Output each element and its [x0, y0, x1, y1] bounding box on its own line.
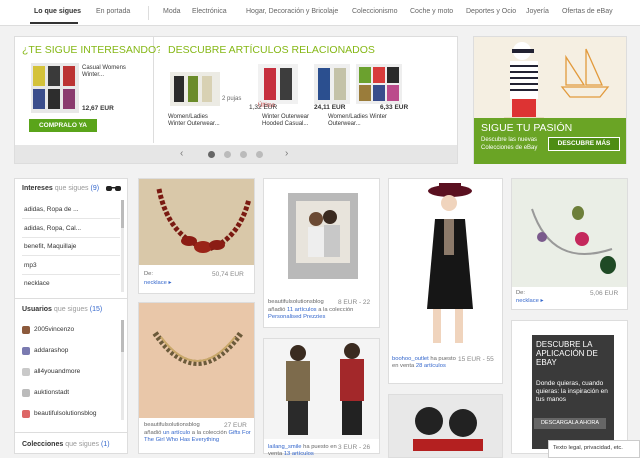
gem-bracelet-image — [512, 179, 627, 287]
carousel-controls — [15, 145, 457, 163]
carousel-dot-1[interactable] — [208, 151, 215, 158]
download-app-button[interactable]: DESCARGALA AHORA — [534, 418, 606, 429]
fashion-image — [264, 339, 379, 439]
nav-deportes[interactable]: Deportes y Ocio — [466, 8, 516, 15]
card-activity: boohoo_outlet ha puesto en venta 28 artí… — [392, 356, 456, 369]
card-price: 3 EUR - 26 — [338, 444, 371, 451]
nav-lo-que-sigues[interactable]: Lo que sigues — [34, 8, 81, 15]
product-thumbnail[interactable] — [31, 63, 79, 113]
interests-heading: Intereses que sigues (9) — [22, 185, 100, 192]
card-activity: añadió un artículo a la colección Gifts … — [144, 430, 251, 443]
avatar — [22, 389, 30, 397]
user-item[interactable]: auktionstadt — [34, 389, 69, 396]
app-promo-text: Donde quieras, cuando quieras: la inspir… — [536, 380, 608, 403]
card-price: 15 EUR - 55 — [458, 356, 494, 363]
card-price: 50,74 EUR — [212, 271, 244, 278]
card-user[interactable]: beautifulsolutionsblog — [268, 299, 338, 306]
user-item[interactable]: all4youandmore — [34, 368, 80, 375]
card-user[interactable]: beautifulsolutionsblog — [144, 422, 214, 429]
related-item-thumbnail-1[interactable] — [170, 72, 220, 106]
card-source: De: — [516, 290, 526, 296]
interest-item[interactable]: benefit, Maquillaje — [24, 243, 76, 250]
interest-item[interactable]: mp3 — [24, 262, 37, 269]
carousel-next-button[interactable]: › — [285, 148, 288, 159]
passion-title: SIGUE TU PASIÓN — [481, 122, 573, 134]
still-interested-heading: ¿TE SIGUE INTERESANDO? — [22, 44, 163, 56]
related-heading: DESCUBRE ARTÍCULOS RELACIONADOS — [168, 44, 375, 56]
card-activity: lailang_smile ha puesto en venta 13 artí… — [268, 444, 337, 457]
card-interest-link[interactable]: necklace ▸ — [516, 298, 543, 305]
related-item-thumbnail-2[interactable] — [258, 64, 298, 104]
related-item-thumbnail-4[interactable] — [356, 64, 402, 104]
seller-card[interactable] — [388, 178, 503, 384]
nav-electronica[interactable]: Electrónica — [192, 8, 227, 15]
divider — [22, 218, 120, 219]
nav-coche-moto[interactable]: Coche y moto — [410, 8, 453, 15]
carousel-prev-button[interactable]: ‹ — [180, 148, 183, 159]
card-price: 5,06 EUR — [590, 290, 619, 297]
passion-text: Descubre las nuevas Colecciones de eBay — [481, 137, 538, 151]
avatar — [22, 347, 30, 355]
sunglasses-icon — [106, 185, 122, 195]
section-divider — [15, 298, 127, 299]
users-scrollbar[interactable] — [121, 320, 124, 420]
graffiti-art-image — [389, 395, 502, 457]
black-dress-image — [389, 179, 502, 349]
legal-footer-link[interactable]: Texto legal, privacidad, etc. — [548, 440, 640, 458]
discover-more-button[interactable]: DESCUBRE MÁS — [548, 137, 620, 151]
photo-frame-image — [264, 179, 379, 297]
product-title[interactable]: Casual Womens Winter... — [82, 65, 142, 79]
seller-card[interactable] — [263, 338, 380, 454]
nav-coleccionismo[interactable]: Coleccionismo — [352, 8, 398, 15]
card-activity: añadió 11 artículos a la colección Perso… — [268, 307, 354, 320]
amber-necklace-image — [139, 179, 254, 265]
divider — [22, 255, 120, 256]
divider — [22, 274, 120, 275]
card-source: De: — [144, 271, 154, 277]
avatar — [22, 410, 30, 418]
item-card[interactable] — [388, 394, 503, 458]
collections-heading: Colecciones que sigues (1) — [22, 441, 110, 448]
interests-scrollbar[interactable] — [121, 200, 124, 292]
carousel-dot-2[interactable] — [224, 151, 231, 158]
related-item-price-3: 24,11 EUR — [314, 104, 346, 111]
nav-ofertas[interactable]: Ofertas de eBay — [562, 8, 613, 15]
carousel-dot-3[interactable] — [240, 151, 247, 158]
interest-item[interactable]: adidas, Ropa, Cal... — [24, 225, 81, 232]
users-heading: Usuarios que sigues (15) — [22, 306, 103, 313]
top-nav: Lo que sigues En portada Moda Electrónic… — [0, 0, 640, 26]
related-item-price-4: 6,33 EUR — [380, 104, 409, 111]
nav-hogar[interactable]: Hogar, Decoración y Bricolaje — [246, 8, 338, 15]
user-item[interactable]: addarashop — [34, 347, 68, 354]
card-price: 27 EUR — [224, 422, 247, 429]
nav-joyeria[interactable]: Joyería — [526, 8, 549, 15]
related-item-title-3[interactable]: Women/Ladies Winter Outerwear... — [328, 114, 388, 128]
card-price: 8 EUR - 22 — [338, 299, 371, 306]
nav-en-portada[interactable]: En portada — [96, 8, 130, 15]
bid-count: 2 pujas — [222, 96, 242, 102]
gold-necklace-image — [139, 303, 254, 418]
section-divider — [15, 432, 127, 433]
buy-now-button[interactable]: COMPRALO YA — [29, 119, 97, 132]
card-interest-link[interactable]: necklace ▸ — [144, 280, 171, 287]
related-item-thumbnail-3[interactable] — [314, 64, 350, 104]
avatar — [22, 368, 30, 376]
nav-moda[interactable]: Moda — [163, 8, 181, 15]
product-price: 12,67 EUR — [82, 105, 114, 112]
interest-item[interactable]: necklace — [24, 280, 50, 287]
interest-item[interactable]: adidas, Ropa de ... — [24, 206, 79, 213]
divider — [22, 237, 120, 238]
avatar — [22, 326, 30, 334]
active-tab-indicator — [30, 22, 78, 24]
app-promo-title: DESCUBRE LA APLICACIÓN DE EBAY — [536, 340, 598, 367]
user-item[interactable]: beautifulsolutionsblog — [34, 410, 97, 417]
related-item-price-2: 1,32 EUR — [249, 104, 278, 111]
related-item-title-2[interactable]: Winter Outerwear Hooded Casual... — [262, 114, 322, 128]
user-item[interactable]: 2005vincenzo — [34, 326, 74, 333]
carousel-dot-4[interactable] — [256, 151, 263, 158]
related-item-title-1[interactable]: Women/Ladies Winter Outerwear... — [168, 114, 224, 128]
nav-divider — [148, 6, 149, 20]
